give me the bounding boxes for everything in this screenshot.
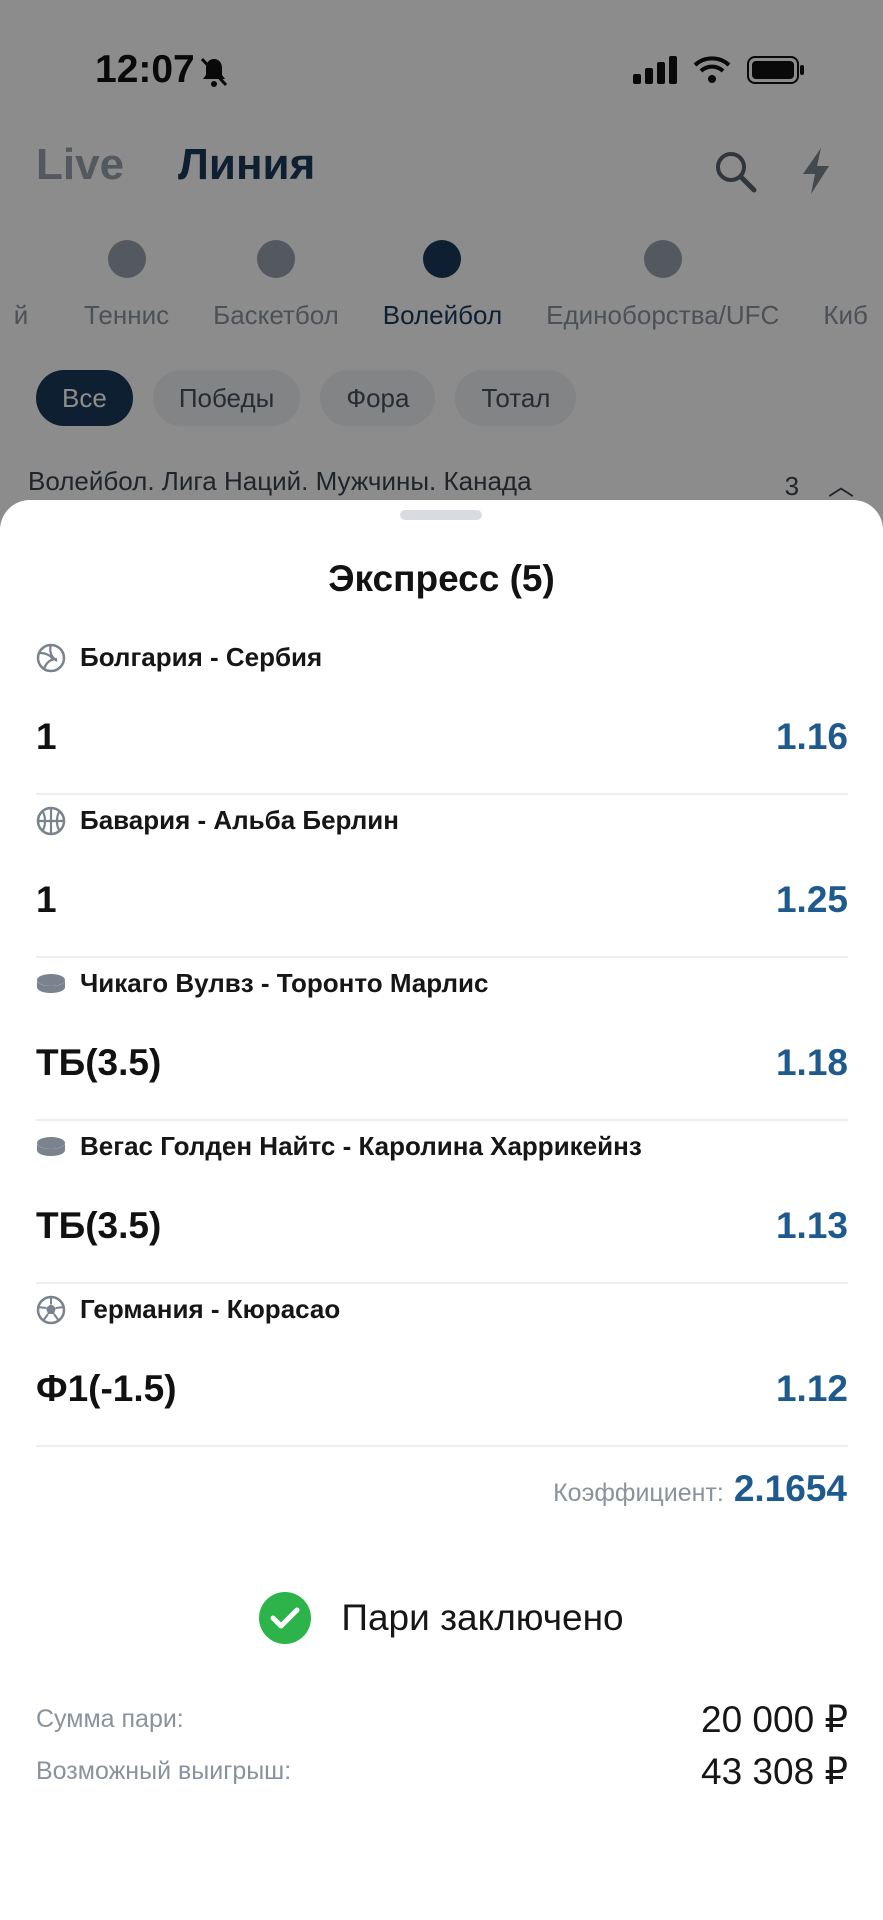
hockey-puck-icon: [37, 973, 65, 993]
bet-event: Болгария - Сербия: [80, 642, 323, 672]
win-label: Возможный выигрыш:: [36, 1757, 292, 1785]
bet-row: Чикаго Вулвз - Торонто Марлис ТБ(3.5) 1.…: [36, 956, 848, 1121]
bet-row: Вегас Голден Найтс - Каролина Харрикейнз…: [36, 1119, 848, 1284]
bet-pick: ТБ(3.5): [36, 1205, 162, 1246]
bet-pick: Ф1(-1.5): [36, 1368, 177, 1409]
bet-row: Болгария - Сербия 1 1.16: [36, 630, 848, 795]
bet-odd: 1.13: [775, 1205, 848, 1246]
bet-pick: 1: [36, 716, 57, 757]
sheet-grabber[interactable]: [400, 510, 482, 520]
coefficient-value: 2.1654: [733, 1468, 847, 1509]
basketball-icon: [36, 806, 66, 835]
coefficient-label: Коэффициент:: [553, 1479, 724, 1507]
bet-event: Чикаго Вулвз - Торонто Марлис: [80, 968, 489, 998]
bet-odd: 1.12: [775, 1368, 848, 1409]
stake-value: 20 000 ₽: [701, 1699, 848, 1740]
bet-row: Бавария - Альба Берлин 1 1.25: [36, 793, 848, 958]
hockey-puck-icon: [37, 1136, 65, 1156]
bet-slip-sheet: Экспресс (5) Болгария - Сербия 1 1.16 Ба…: [0, 500, 883, 1920]
bet-event: Германия - Кюрасао: [80, 1294, 341, 1324]
total-coefficient: Коэффициент: 2.1654: [553, 1468, 847, 1510]
status-text: Пари заключено: [341, 1597, 624, 1638]
bet-event: Вегас Голден Найтс - Каролина Харрикейнз: [80, 1131, 642, 1161]
bet-odd: 1.18: [775, 1042, 848, 1083]
bet-pick: ТБ(3.5): [36, 1042, 162, 1083]
sheet-title: Экспресс (5): [328, 558, 555, 599]
check-circle-icon: [259, 1592, 312, 1644]
bet-event: Бавария - Альба Берлин: [80, 805, 399, 835]
win-row: Возможный выигрыш: 43 308 ₽: [36, 1750, 848, 1793]
soccer-ball-icon: [36, 1295, 66, 1324]
win-value: 43 308 ₽: [701, 1751, 848, 1792]
bet-placed-status: Пари заключено: [0, 1592, 883, 1644]
bet-pick: 1: [36, 879, 57, 920]
bet-odd: 1.16: [775, 716, 848, 757]
bet-row: Германия - Кюрасао Ф1(-1.5) 1.12: [36, 1282, 848, 1447]
stake-label: Сумма пари:: [36, 1705, 184, 1733]
stake-row: Сумма пари: 20 000 ₽: [36, 1698, 848, 1741]
volleyball-icon: [36, 643, 66, 672]
bet-odd: 1.25: [775, 879, 848, 920]
